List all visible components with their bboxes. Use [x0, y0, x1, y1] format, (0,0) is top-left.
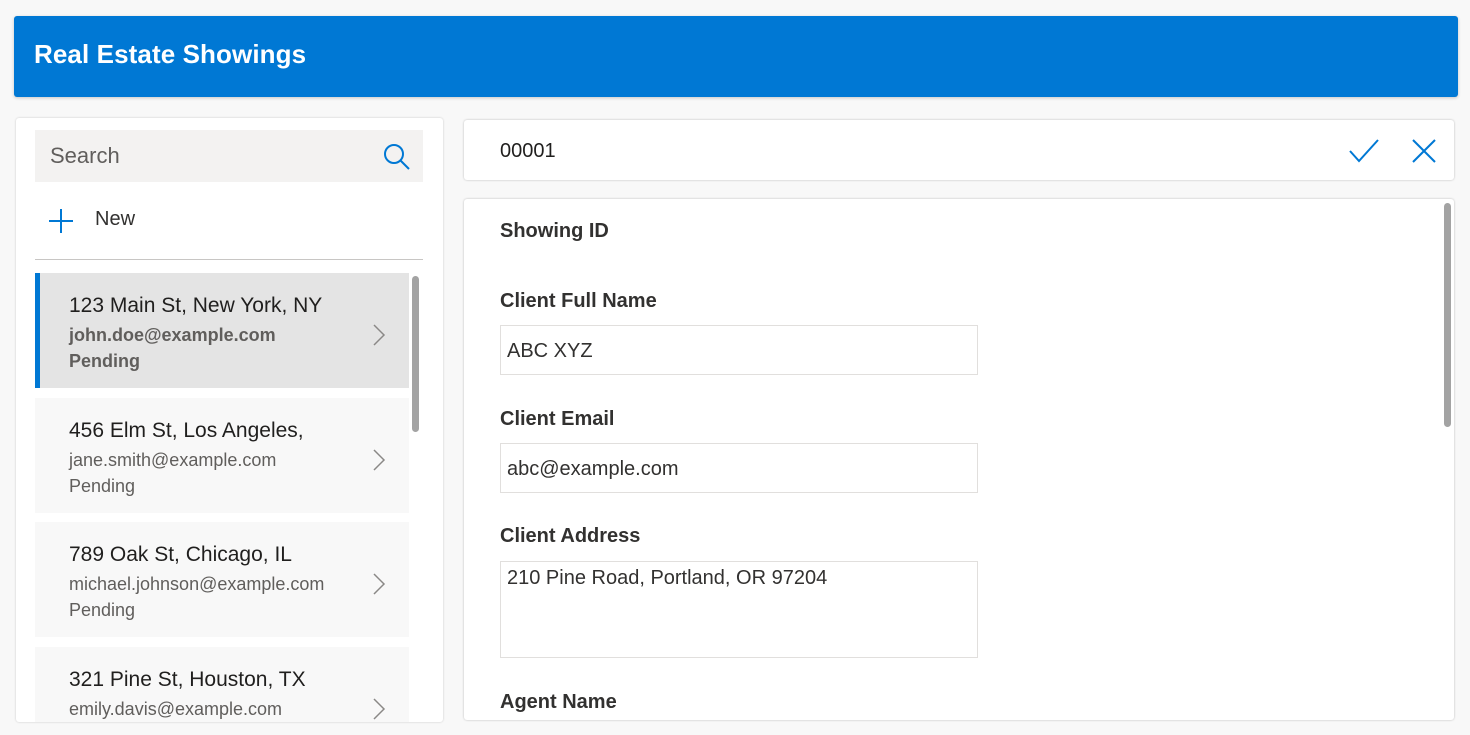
item-email: emily.davis@example.com [69, 699, 283, 719]
showing-form: Showing ID Client Full Name ABC XYZ Clie… [464, 199, 1454, 720]
plus-icon [49, 209, 73, 233]
showing-id-label: Showing ID [500, 220, 609, 242]
client-email-label: Client Email [500, 408, 615, 430]
agent-name-label: Agent Name [500, 691, 617, 713]
chevron-right-icon[interactable] [370, 448, 388, 472]
chevron-right-icon[interactable] [370, 572, 388, 596]
item-email: jane.smith@example.com [69, 450, 277, 470]
showings-list-panel: New 123 Main St, New York, NY john.doe@e… [16, 118, 443, 722]
item-status: Pending [69, 476, 136, 496]
list-item[interactable]: 789 Oak St, Chicago, IL michael.johnson@… [35, 522, 409, 637]
form-scrollbar[interactable] [1444, 203, 1451, 427]
list-item[interactable]: 456 Elm St, Los Angeles, jane.smith@exam… [35, 398, 409, 513]
close-icon[interactable] [1410, 137, 1438, 165]
item-email: john.doe@example.com [69, 325, 276, 345]
app-header: Real Estate Showings [14, 16, 1458, 97]
list-item[interactable]: 123 Main St, New York, NY john.doe@examp… [35, 273, 409, 388]
list-item[interactable]: 321 Pine St, Houston, TX emily.davis@exa… [35, 647, 409, 722]
item-address: 123 Main St, New York, NY [69, 294, 323, 317]
list-scrollbar[interactable] [412, 276, 419, 432]
search-box[interactable] [35, 130, 423, 182]
new-button-label: New [95, 208, 136, 230]
client-address-field[interactable]: 210 Pine Road, Portland, OR 97204 [500, 561, 978, 658]
selection-indicator [35, 273, 40, 388]
search-input[interactable] [35, 130, 375, 182]
item-status: Pending [69, 600, 136, 620]
checkmark-icon[interactable] [1348, 136, 1380, 166]
app-title: Real Estate Showings [34, 39, 307, 69]
chevron-right-icon[interactable] [370, 323, 388, 347]
client-full-name-field[interactable]: ABC XYZ [500, 325, 978, 375]
item-address: 321 Pine St, Houston, TX [69, 668, 306, 691]
new-showing-button[interactable]: New [35, 198, 235, 242]
item-address: 789 Oak St, Chicago, IL [69, 543, 292, 566]
divider [35, 259, 423, 260]
chevron-right-icon[interactable] [370, 697, 388, 721]
item-email: michael.johnson@example.com [69, 574, 325, 594]
item-address: 456 Elm St, Los Angeles, [69, 419, 304, 442]
record-header: 00001 [464, 120, 1454, 180]
item-status: Pending [69, 351, 140, 371]
search-icon[interactable] [382, 142, 412, 172]
record-id: 00001 [500, 140, 556, 162]
client-address-label: Client Address [500, 525, 641, 547]
showings-list: 123 Main St, New York, NY john.doe@examp… [35, 273, 409, 722]
client-full-name-label: Client Full Name [500, 290, 657, 312]
client-email-field[interactable]: abc@example.com [500, 443, 978, 493]
